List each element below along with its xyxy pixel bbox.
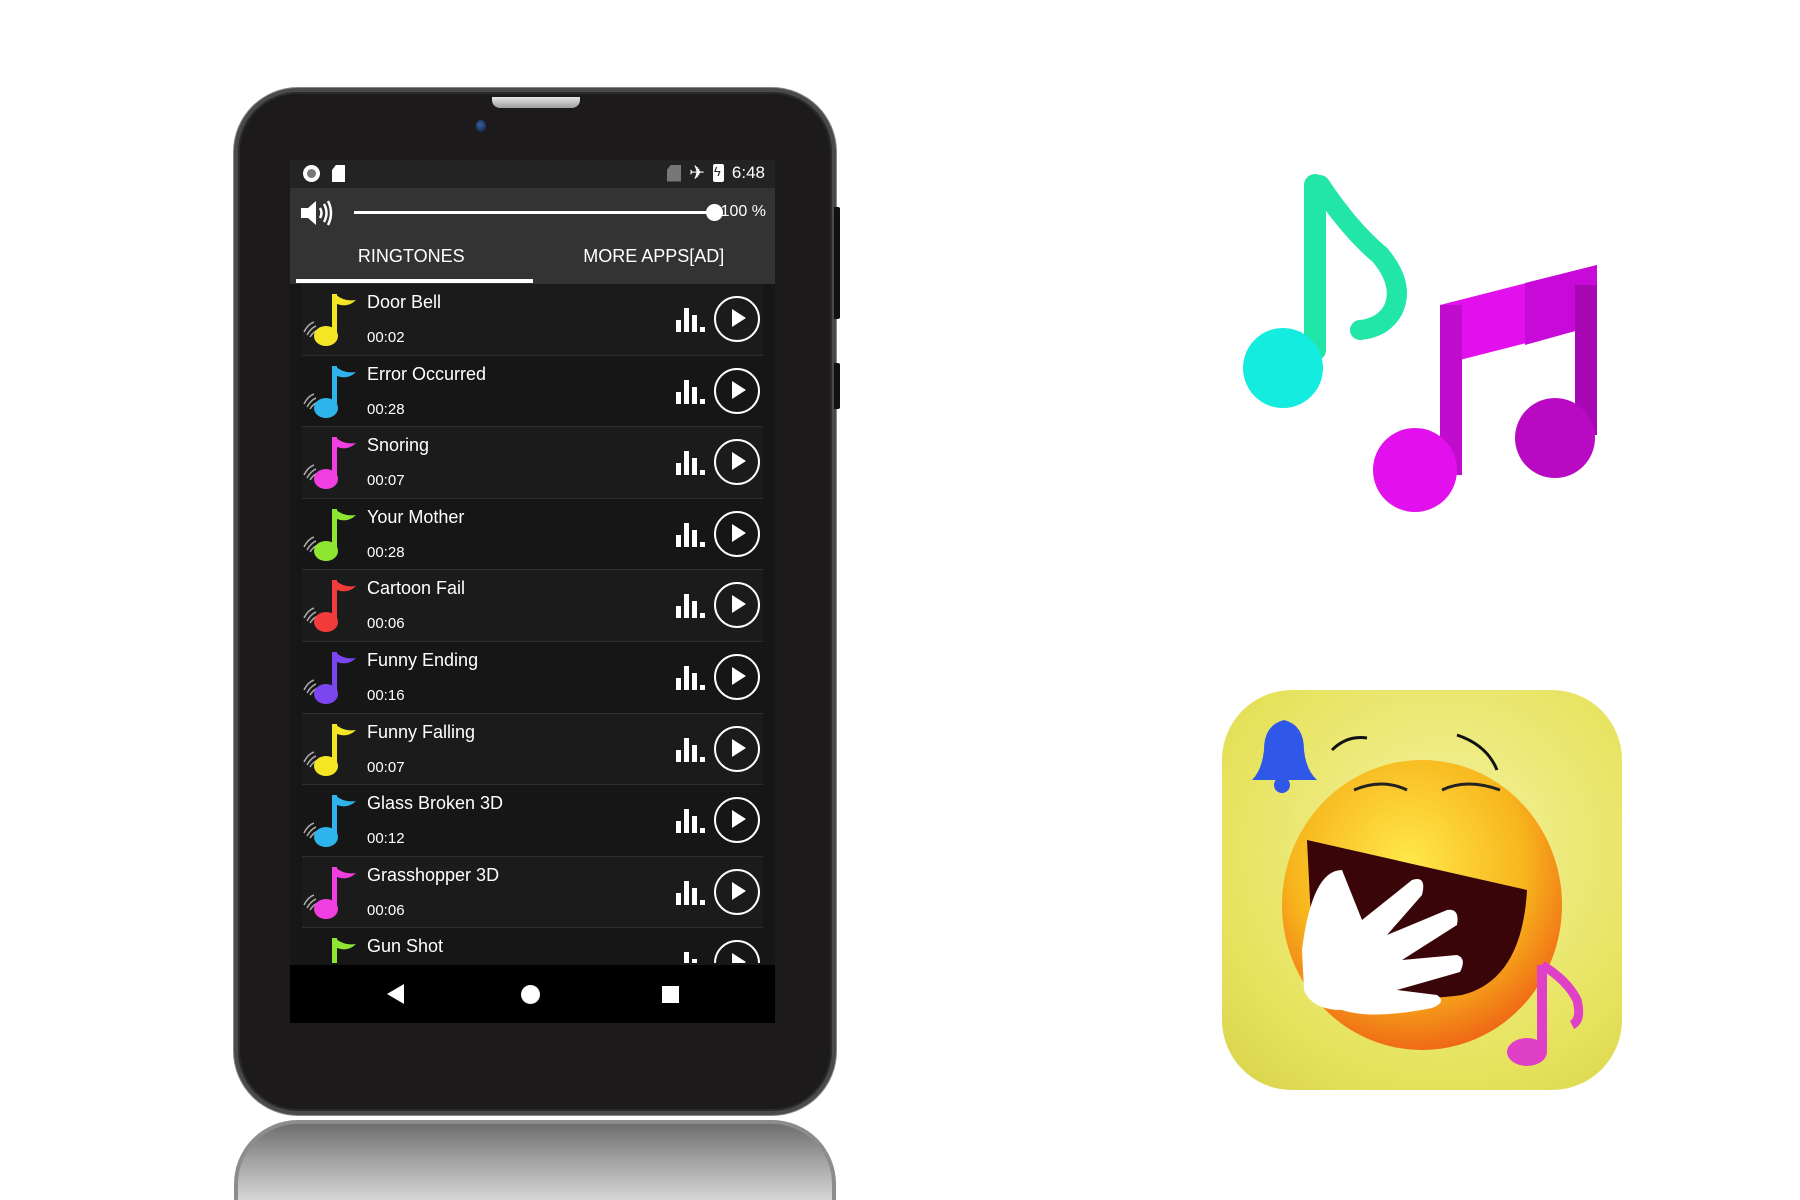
tab-bar: RINGTONES MORE APPS[AD] bbox=[290, 234, 775, 284]
tab-more-apps[interactable]: MORE APPS[AD] bbox=[533, 234, 776, 284]
ringtone-note-icon bbox=[303, 795, 356, 848]
ringtone-note-icon bbox=[303, 723, 356, 776]
ringtone-row[interactable]: Funny Falling 00:07 bbox=[302, 713, 763, 786]
equalizer-icon[interactable] bbox=[676, 737, 706, 762]
ringtone-row[interactable]: Error Occurred 00:28 bbox=[302, 356, 763, 428]
ringtone-row[interactable]: Snoring 00:07 bbox=[302, 427, 763, 499]
ringtone-row[interactable]: Door Bell 00:02 bbox=[302, 284, 763, 356]
ringtone-title: Gun Shot bbox=[367, 936, 444, 957]
volume-hardware-button[interactable] bbox=[834, 207, 840, 319]
play-button[interactable] bbox=[714, 510, 760, 557]
ringtone-note-icon bbox=[332, 938, 356, 963]
ringtone-note-icon bbox=[303, 437, 356, 490]
ringtone-title: Door Bell bbox=[367, 292, 442, 312]
equalizer-icon[interactable] bbox=[676, 379, 706, 404]
ringtone-note-icon bbox=[303, 580, 356, 633]
app-screen: ✈ 6:48 100 % RINGTONES MORE APPS[AD] D bbox=[290, 160, 775, 1023]
ringtone-note-icon bbox=[303, 651, 356, 704]
equalizer-icon[interactable] bbox=[676, 522, 706, 547]
tab-ringtones[interactable]: RINGTONES bbox=[290, 234, 533, 284]
equalizer-icon[interactable] bbox=[676, 880, 706, 905]
ringtone-duration: 00:06 bbox=[367, 901, 405, 919]
bell-icon bbox=[1252, 720, 1317, 793]
ringtone-note-icon bbox=[303, 365, 356, 418]
play-button[interactable] bbox=[714, 296, 760, 342]
battery-charging-icon bbox=[712, 164, 724, 182]
status-time: 6:48 bbox=[731, 163, 765, 182]
equalizer-icon[interactable] bbox=[676, 594, 706, 619]
ringtone-title: Glass Broken 3D bbox=[367, 793, 504, 814]
front-camera bbox=[476, 120, 486, 132]
ringtone-row[interactable]: Cartoon Fail 00:06 bbox=[302, 570, 763, 642]
volume-percent: 100 % bbox=[720, 203, 766, 220]
ringtone-title: Cartoon Fail bbox=[367, 578, 466, 599]
app-icon bbox=[1222, 690, 1622, 1090]
ringtone-duration: 00:06 bbox=[367, 615, 405, 633]
volume-slider-track[interactable] bbox=[354, 211, 714, 214]
ringtone-row[interactable]: Gun Shot bbox=[302, 928, 763, 963]
music-notes-icon bbox=[1243, 174, 1597, 512]
tablet-speaker bbox=[492, 97, 580, 108]
ringtone-duration: 00:28 bbox=[367, 543, 405, 561]
play-button[interactable] bbox=[714, 797, 760, 844]
ringtone-title: Your Mother bbox=[367, 506, 465, 527]
ringtone-note-icon bbox=[303, 866, 356, 919]
play-button[interactable] bbox=[714, 439, 760, 486]
ringtone-duration: 00:28 bbox=[367, 400, 405, 418]
ringtone-row[interactable]: Your Mother 00:28 bbox=[302, 499, 763, 571]
ringtone-duration: 00:07 bbox=[367, 758, 405, 776]
equalizer-icon[interactable] bbox=[676, 665, 706, 690]
no-sim-icon bbox=[666, 164, 681, 182]
ringtone-title: Grasshopper 3D bbox=[367, 864, 500, 885]
back-icon[interactable] bbox=[387, 984, 404, 1004]
ringtone-title: Error Occurred bbox=[367, 363, 487, 384]
ringtone-row[interactable]: Glass Broken 3D 00:12 bbox=[302, 785, 763, 857]
airplane-icon: ✈ bbox=[688, 162, 705, 184]
play-button[interactable] bbox=[714, 868, 760, 915]
ringtone-duration: 00:02 bbox=[367, 329, 405, 346]
equalizer-icon[interactable] bbox=[676, 451, 706, 476]
play-button[interactable] bbox=[714, 653, 760, 700]
toolbar: 100 % RINGTONES MORE APPS[AD] bbox=[290, 188, 775, 284]
laughing-face-icon bbox=[1282, 760, 1562, 1050]
ringtone-duration: 00:16 bbox=[367, 686, 405, 704]
play-button[interactable] bbox=[714, 940, 760, 963]
equalizer-icon[interactable] bbox=[676, 308, 706, 332]
ringtone-row[interactable]: Grasshopper 3D 00:06 bbox=[302, 856, 763, 929]
ringtone-duration: 00:07 bbox=[367, 472, 405, 490]
ringtone-title: Funny Ending bbox=[367, 649, 479, 670]
ringtone-title: Funny Falling bbox=[367, 721, 476, 742]
home-icon[interactable] bbox=[521, 985, 540, 1004]
navigation-bar bbox=[290, 965, 775, 1023]
ringtone-duration: 00:12 bbox=[367, 830, 405, 848]
power-hardware-button[interactable] bbox=[834, 363, 840, 409]
record-icon bbox=[303, 165, 320, 182]
tablet-reflection bbox=[234, 1120, 836, 1200]
equalizer-icon[interactable] bbox=[676, 809, 706, 834]
play-button[interactable] bbox=[714, 725, 760, 772]
play-button[interactable] bbox=[714, 582, 760, 629]
ringtone-note-icon bbox=[303, 508, 356, 561]
sd-card-icon bbox=[332, 165, 345, 182]
speaker-icon[interactable] bbox=[299, 198, 335, 228]
ringtone-note-icon bbox=[303, 294, 356, 346]
ringtone-title: Snoring bbox=[367, 435, 430, 456]
play-button[interactable] bbox=[714, 367, 760, 414]
status-bar: ✈ 6:48 bbox=[290, 160, 775, 188]
recents-icon[interactable] bbox=[662, 986, 679, 1003]
ringtone-row[interactable]: Funny Ending 00:16 bbox=[302, 642, 763, 714]
equalizer-icon[interactable] bbox=[676, 952, 706, 963]
ringtone-list[interactable]: Door Bell 00:02 Error Occurred 00:28 Sno… bbox=[290, 284, 775, 963]
